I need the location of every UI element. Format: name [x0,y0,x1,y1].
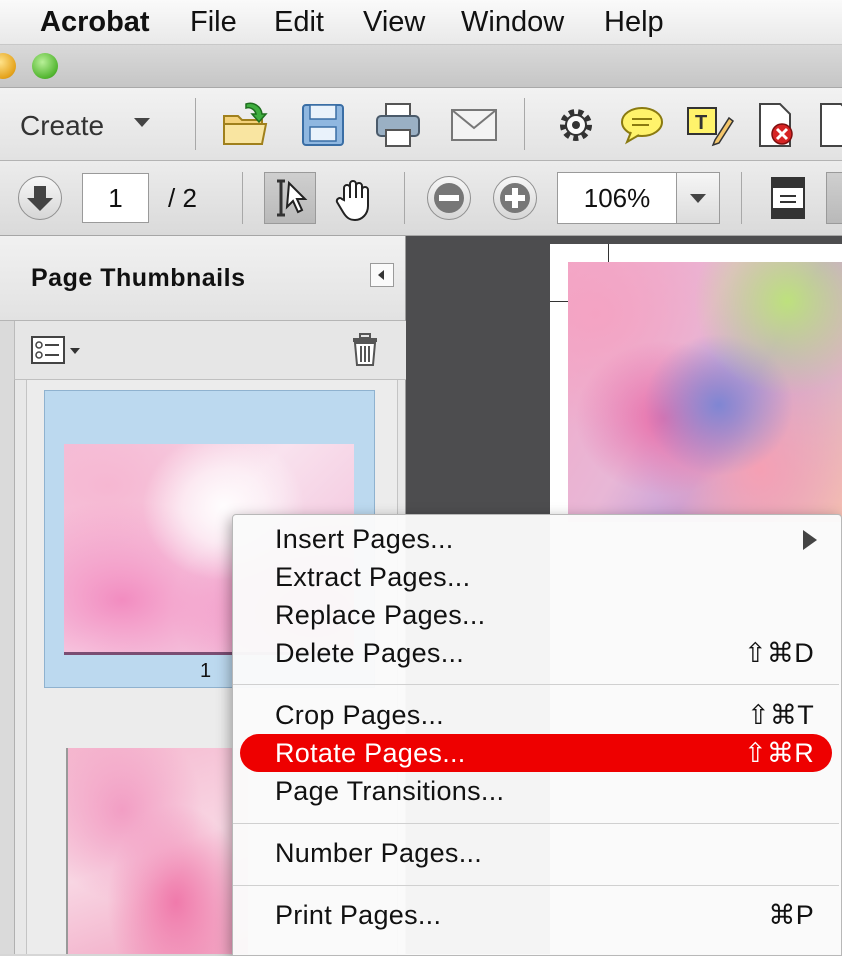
svg-text:T: T [695,112,707,134]
open-folder-icon[interactable] [220,100,270,150]
menu-item-crop-pages[interactable]: Crop Pages... ⇧⌘T [232,696,840,734]
thumbnail-options-icon[interactable] [30,334,82,366]
page-image [568,262,842,522]
trash-icon[interactable] [350,332,380,368]
shortcut-label: ⇧⌘R [743,738,814,768]
toolbar-divider [524,98,525,150]
panel-side-strip [0,321,15,954]
text-annotation-icon[interactable]: T [685,100,735,150]
crop-mark [550,301,568,302]
collapse-panel-button[interactable] [370,263,394,287]
create-button[interactable]: Create [20,106,104,146]
shortcut-label: ⇧⌘T [746,700,814,730]
settings-gear-icon[interactable] [551,100,601,150]
menu-item-rotate-pages[interactable]: Rotate Pages... ⇧⌘R [240,734,832,772]
menu-file[interactable]: File [190,4,237,40]
menu-item-label: Page Transitions... [275,776,505,806]
menu-item-replace-pages[interactable]: Replace Pages... [232,596,840,634]
menu-item-label: Number Pages... [275,838,483,868]
fit-width-button[interactable] [826,172,842,224]
toolbar-divider [195,98,196,150]
zoom-in-button[interactable] [493,176,537,220]
page-thumbnail[interactable] [66,748,248,954]
zoom-window-button[interactable] [32,53,58,79]
save-icon[interactable] [298,100,348,150]
zoom-level-field[interactable]: 106% [557,172,677,224]
toolbar-divider [741,172,742,224]
menu-item-extract-pages[interactable]: Extract Pages... [232,558,840,596]
menu-item-number-pages[interactable]: Number Pages... [232,834,840,872]
menu-item-label: Rotate Pages... [275,738,466,768]
print-icon[interactable] [373,100,423,150]
hand-tool-button[interactable] [330,174,380,224]
menu-item-print-pages[interactable]: Print Pages... ⌘P [232,896,840,934]
shortcut-label: ⇧⌘D [743,638,814,668]
menu-separator [233,885,839,886]
menu-item-label: Extract Pages... [275,562,471,592]
page-icon[interactable] [815,100,842,150]
delete-page-icon[interactable] [752,100,802,150]
select-tool-button[interactable] [264,172,316,224]
menu-app-acrobat[interactable]: Acrobat [40,4,150,40]
text-select-cursor-icon [277,179,308,217]
zoom-dropdown-button[interactable] [676,172,720,224]
page-total-label: / 2 [168,183,197,213]
page-number-input[interactable]: 1 [82,173,149,223]
minus-icon [434,183,464,213]
menu-item-page-transitions[interactable]: Page Transitions... [232,772,840,810]
toolbar-divider [404,172,405,224]
menu-view[interactable]: View [363,4,425,40]
comment-bubble-icon[interactable] [617,100,667,150]
menu-item-label: Delete Pages... [275,638,465,668]
menu-item-label: Insert Pages... [275,524,454,554]
email-icon[interactable] [449,100,499,150]
fit-page-icon[interactable] [768,174,808,224]
window-title-bar [0,45,842,88]
menu-item-label: Crop Pages... [275,700,444,730]
chevron-down-icon[interactable] [134,118,150,127]
crop-mark [608,244,609,262]
zoom-out-button[interactable] [427,176,471,220]
menu-bar: Acrobat File Edit View Window Help [0,0,842,45]
plus-icon [500,183,530,213]
next-page-button[interactable] [18,176,62,220]
menu-item-label: Replace Pages... [275,600,486,630]
menu-help[interactable]: Help [604,4,664,40]
hand-icon [335,180,369,222]
panel-title: Page Thumbnails [31,264,246,292]
menu-separator [233,823,839,824]
menu-separator [233,684,839,685]
menu-item-insert-pages[interactable]: Insert Pages... [232,520,840,558]
toolbar-divider [242,172,243,224]
menu-window[interactable]: Window [461,4,564,40]
thumbnail-page-number: 1 [200,660,212,682]
shortcut-label: ⌘P [768,900,814,930]
menu-edit[interactable]: Edit [274,4,324,40]
arrow-down-icon [27,186,53,211]
menu-item-label: Print Pages... [275,900,442,930]
menu-item-delete-pages[interactable]: Delete Pages... ⇧⌘D [232,634,840,672]
submenu-arrow-icon [803,530,817,550]
